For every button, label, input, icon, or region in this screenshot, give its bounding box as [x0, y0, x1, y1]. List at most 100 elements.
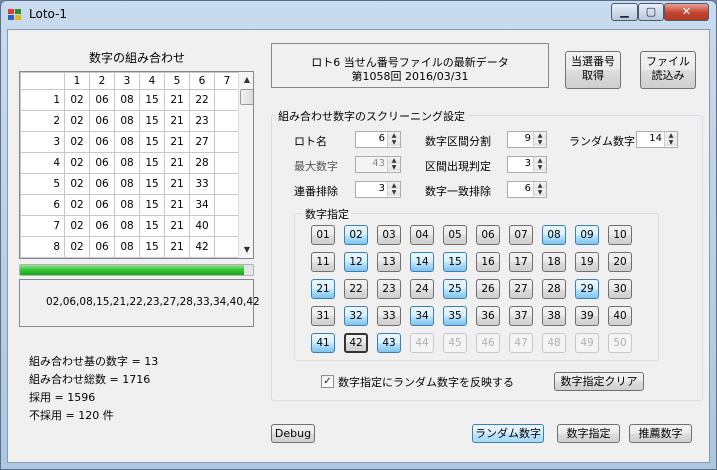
table-cell[interactable]: 15	[139, 194, 165, 216]
loto-name-spinner[interactable]: 6 ▲ ▼	[355, 131, 401, 148]
spinner-down-icon[interactable]: ▼	[665, 139, 677, 146]
scroll-thumb[interactable]	[240, 89, 253, 105]
table-cell[interactable]	[214, 194, 240, 216]
number-button-01[interactable]: 01	[311, 225, 335, 245]
table-cell[interactable]: 06	[89, 89, 115, 111]
table-cell[interactable]: 33	[189, 173, 215, 195]
table-cell[interactable]: 02	[64, 236, 90, 258]
spinner-down-icon[interactable]: ▼	[534, 139, 546, 146]
section-judge-spinner[interactable]: 3 ▲ ▼	[507, 156, 547, 173]
table-cell[interactable]: 02	[64, 152, 90, 174]
random-number-spinner[interactable]: 14 ▲ ▼	[636, 131, 678, 148]
number-button-17[interactable]: 17	[509, 252, 533, 272]
read-file-button[interactable]: ファイル 読込み	[640, 51, 696, 89]
number-button-11[interactable]: 11	[311, 252, 335, 272]
number-button-12[interactable]: 12	[344, 252, 368, 272]
table-cell[interactable]: 06	[89, 131, 115, 153]
table-cell[interactable]: 34	[189, 194, 215, 216]
clear-designation-button[interactable]: 数字指定クリア	[554, 372, 644, 391]
close-button[interactable]: ✕	[664, 3, 709, 21]
spinner-down-icon[interactable]: ▼	[388, 189, 400, 196]
table-row[interactable]: 7 02 06 08 15 21 40	[20, 215, 240, 237]
number-button-25[interactable]: 25	[443, 279, 467, 299]
row-number[interactable]: 5	[20, 173, 65, 195]
number-button-05[interactable]: 05	[443, 225, 467, 245]
spinner-up-icon[interactable]: ▲	[388, 132, 400, 139]
table-cell[interactable]: 23	[189, 110, 215, 132]
designate-number-button[interactable]: 数字指定	[557, 424, 620, 443]
table-cell[interactable]	[214, 131, 240, 153]
table-cell[interactable]: 42	[189, 236, 215, 258]
number-button-35[interactable]: 35	[443, 306, 467, 326]
table-cell[interactable]: 21	[164, 152, 190, 174]
number-button-38[interactable]: 38	[542, 306, 566, 326]
get-winning-numbers-button[interactable]: 当選番号 取得	[565, 51, 621, 89]
number-button-40[interactable]: 40	[608, 306, 632, 326]
spinner-down-icon[interactable]: ▼	[534, 164, 546, 171]
number-button-26[interactable]: 26	[476, 279, 500, 299]
table-cell[interactable]	[214, 110, 240, 132]
number-button-13[interactable]: 13	[377, 252, 401, 272]
number-button-09[interactable]: 09	[575, 225, 599, 245]
number-button-19[interactable]: 19	[575, 252, 599, 272]
table-row[interactable]: 8 02 06 08 15 21 42	[20, 236, 240, 258]
number-button-02[interactable]: 02	[344, 225, 368, 245]
reflect-random-label[interactable]: 数字指定にランダム数字を反映する	[338, 374, 514, 390]
table-row[interactable]: 6 02 06 08 15 21 34	[20, 194, 240, 216]
table-row[interactable]: 3 02 06 08 15 21 27	[20, 131, 240, 153]
table-cell[interactable]	[214, 89, 240, 111]
table-cell[interactable]: 21	[164, 194, 190, 216]
table-cell[interactable]: 02	[64, 194, 90, 216]
table-cell[interactable]: 06	[89, 152, 115, 174]
table-row[interactable]: 2 02 06 08 15 21 23	[20, 110, 240, 132]
number-button-08[interactable]: 08	[542, 225, 566, 245]
number-button-10[interactable]: 10	[608, 225, 632, 245]
section-judge-updown[interactable]: ▲ ▼	[533, 157, 546, 172]
table-cell[interactable]: 06	[89, 236, 115, 258]
number-button-32[interactable]: 32	[344, 306, 368, 326]
table-row[interactable]: 4 02 06 08 15 21 28	[20, 152, 240, 174]
table-row[interactable]: 1 02 06 08 15 21 22	[20, 89, 240, 111]
spinner-up-icon[interactable]: ▲	[534, 157, 546, 164]
spinner-up-icon[interactable]: ▲	[388, 182, 400, 189]
grid-column-header[interactable]: 6	[189, 72, 215, 90]
table-cell[interactable]: 08	[114, 89, 140, 111]
row-number[interactable]: 7	[20, 215, 65, 237]
reflect-random-checkbox[interactable]: ✓	[321, 375, 334, 388]
table-cell[interactable]: 15	[139, 236, 165, 258]
grid-column-header[interactable]: 2	[89, 72, 115, 90]
table-cell[interactable]: 15	[139, 173, 165, 195]
table-cell[interactable]: 21	[164, 110, 190, 132]
title-bar[interactable]: Loto-1 ▁ ▢ ✕	[1, 1, 716, 29]
consecutive-exclude-spinner[interactable]: 3 ▲ ▼	[355, 181, 401, 198]
table-cell[interactable]: 02	[64, 110, 90, 132]
table-cell[interactable]: 08	[114, 173, 140, 195]
table-cell[interactable]: 21	[164, 236, 190, 258]
number-button-18[interactable]: 18	[542, 252, 566, 272]
consecutive-exclude-updown[interactable]: ▲ ▼	[387, 182, 400, 197]
table-cell[interactable]: 08	[114, 194, 140, 216]
grid-column-header[interactable]: 5	[164, 72, 190, 90]
grid-column-header[interactable]: 3	[114, 72, 140, 90]
numbers-text-box[interactable]: 02,06,08,15,21,22,23,27,28,33,34,40,42	[19, 279, 260, 327]
spinner-up-icon[interactable]: ▲	[534, 182, 546, 189]
table-cell[interactable]: 06	[89, 194, 115, 216]
number-button-06[interactable]: 06	[476, 225, 500, 245]
table-cell[interactable]: 08	[114, 236, 140, 258]
row-number[interactable]: 1	[20, 89, 65, 111]
table-cell[interactable]: 02	[64, 173, 90, 195]
loto-name-updown[interactable]: ▲ ▼	[387, 132, 400, 147]
table-cell[interactable]: 15	[139, 110, 165, 132]
spinner-down-icon[interactable]: ▼	[534, 189, 546, 196]
recommend-number-button[interactable]: 推薦数字	[629, 424, 692, 443]
number-button-34[interactable]: 34	[410, 306, 434, 326]
table-cell[interactable]	[214, 236, 240, 258]
table-cell[interactable]: 06	[89, 215, 115, 237]
table-cell[interactable]: 08	[114, 152, 140, 174]
number-button-39[interactable]: 39	[575, 306, 599, 326]
table-cell[interactable]: 27	[189, 131, 215, 153]
number-button-07[interactable]: 07	[509, 225, 533, 245]
section-split-spinner[interactable]: 9 ▲ ▼	[507, 131, 547, 148]
number-button-43[interactable]: 43	[377, 333, 401, 353]
table-cell[interactable]: 15	[139, 215, 165, 237]
